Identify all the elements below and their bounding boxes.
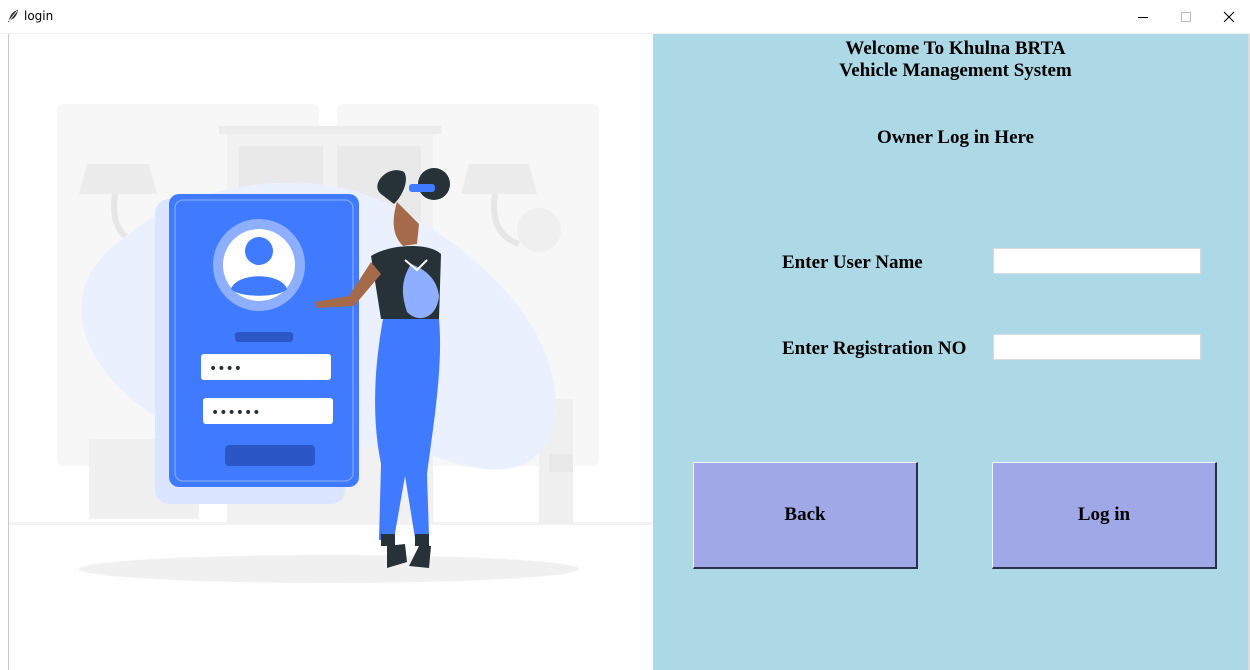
maximize-icon <box>1181 12 1191 22</box>
window-frame-left <box>0 34 9 670</box>
welcome-line-2: Vehicle Management System <box>839 60 1072 81</box>
owner-login-subtitle: Owner Log in Here <box>876 127 1035 148</box>
close-icon <box>1223 11 1235 23</box>
feather-icon <box>8 10 18 22</box>
registration-input[interactable] <box>993 334 1201 360</box>
maximize-button[interactable] <box>1167 0 1205 34</box>
minimize-button[interactable] <box>1124 0 1162 34</box>
username-input[interactable] <box>993 248 1201 274</box>
login-button[interactable]: Log in <box>992 462 1217 569</box>
close-button[interactable] <box>1210 0 1248 34</box>
back-button[interactable]: Back <box>693 462 918 569</box>
username-label: Enter User Name <box>782 252 923 273</box>
password-dots-short: •••• <box>209 361 242 377</box>
login-panel: Welcome To Khulna BRTA Vehicle Managemen… <box>653 34 1248 670</box>
window-titlebar[interactable]: login <box>0 0 1250 34</box>
minimize-icon <box>1138 17 1148 18</box>
welcome-line-1: Welcome To Khulna BRTA <box>845 38 1066 59</box>
window-title: login <box>24 9 54 23</box>
password-dots-long: •••••• <box>211 405 261 421</box>
login-illustration-graphic: •••• •••••• <box>9 104 653 583</box>
registration-label: Enter Registration NO <box>782 338 967 359</box>
welcome-heading: Welcome To Khulna BRTA Vehicle Managemen… <box>653 38 1250 82</box>
login-illustration: •••• •••••• <box>9 34 653 670</box>
